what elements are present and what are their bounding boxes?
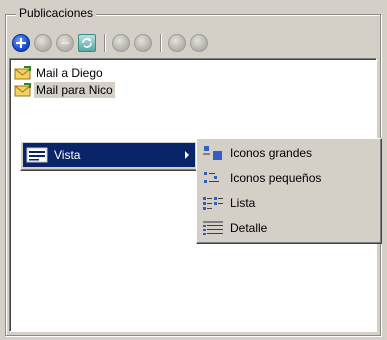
small-icons-icon: [202, 170, 224, 186]
menu-item-label: Iconos grandes: [230, 146, 313, 160]
toolbar: [10, 32, 370, 56]
circle-icon[interactable]: [34, 34, 52, 52]
list-item-label: Mail a Diego: [36, 66, 103, 80]
menu-item-list[interactable]: Lista: [199, 191, 379, 215]
mail-icon: [14, 66, 32, 80]
list-item[interactable]: Mail a Diego: [14, 65, 105, 81]
submenu-arrow-icon: [185, 151, 189, 159]
menu-item-label: Vista: [54, 148, 81, 162]
remove-icon[interactable]: [56, 34, 74, 52]
refresh-icon[interactable]: [78, 34, 96, 52]
groupbox-title: Publicaciones: [16, 5, 97, 21]
toolbar-separator: [160, 34, 161, 52]
circle-icon[interactable]: [190, 34, 208, 52]
menu-item-large-icons[interactable]: Iconos grandes: [199, 141, 379, 165]
large-icons-icon: [202, 145, 224, 161]
mail-icon: [14, 83, 32, 97]
menu-item-label: Lista: [230, 196, 256, 210]
list-item[interactable]: Mail para Nico: [14, 82, 115, 98]
menu-item-label: Iconos pequeños: [230, 171, 322, 185]
circle-icon[interactable]: [112, 34, 130, 52]
view-icon: [26, 147, 48, 163]
context-menu: Vista: [20, 141, 198, 171]
circle-icon[interactable]: [134, 34, 152, 52]
menu-item-vista[interactable]: Vista: [23, 143, 195, 167]
circle-icon[interactable]: [168, 34, 186, 52]
menu-item-label: Detalle: [230, 221, 268, 235]
menu-item-details[interactable]: Detalle: [199, 216, 379, 240]
list-item-label: Mail para Nico: [34, 82, 115, 98]
menu-item-small-icons[interactable]: Iconos pequeños: [199, 166, 379, 190]
add-icon[interactable]: [12, 34, 30, 52]
list-view-icon: [202, 195, 224, 211]
toolbar-separator: [104, 34, 105, 52]
details-view-icon: [202, 220, 224, 236]
view-submenu: Iconos grandes Iconos pequeños Lista Det…: [196, 138, 382, 244]
